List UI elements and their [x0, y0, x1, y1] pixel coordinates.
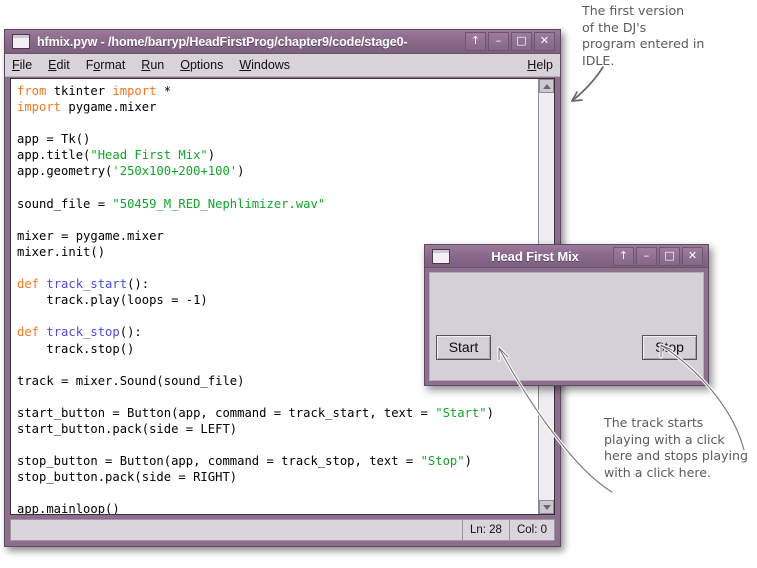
- scroll-up-icon[interactable]: [539, 79, 554, 93]
- arrow-to-idle-window: [571, 66, 604, 102]
- start-button[interactable]: Start: [436, 335, 491, 360]
- code-token: mixer.init(): [17, 244, 106, 259]
- code-token: tkinter: [46, 84, 113, 98]
- idle-title-buttons: ↑ – □ ✕: [465, 32, 557, 51]
- rollup-button[interactable]: ↑: [613, 246, 634, 266]
- window-icon: [12, 34, 30, 49]
- code-token: "50459_M_RED_Nephlimizer.wav": [112, 196, 326, 211]
- stop-button[interactable]: Stop: [642, 335, 697, 360]
- mix-window-title: Head First Mix: [491, 248, 579, 264]
- annotation-bottom: The track starts playing with a click he…: [604, 415, 748, 480]
- code-token: app = Tk(): [17, 132, 91, 147]
- code-token: app.title(: [17, 148, 91, 163]
- window-icon: [432, 248, 450, 264]
- code-line: start_button.pack(side = LEFT): [17, 421, 538, 437]
- code-line: mixer = pygame.mixer: [17, 228, 538, 244]
- code-token: "Start": [435, 405, 487, 420]
- mix-window-body: Start Stop: [429, 272, 704, 381]
- code-token: from: [17, 84, 47, 98]
- code-line: app.title("Head First Mix"): [17, 147, 538, 163]
- code-token: *: [156, 84, 172, 98]
- code-token: start_button = Button(app, command = tra…: [17, 405, 436, 420]
- status-line: Ln: 28: [461, 520, 509, 540]
- mix-titlebar[interactable]: Head First Mix ↑ – □ ✕: [425, 245, 708, 268]
- menu-edit[interactable]: Edit: [48, 58, 79, 72]
- rollup-button[interactable]: ↑: [465, 32, 486, 51]
- close-button[interactable]: ✕: [534, 32, 555, 51]
- code-token: track.play(loops = -1): [17, 293, 208, 308]
- maximize-button[interactable]: □: [659, 246, 680, 266]
- code-token: ): [464, 454, 472, 469]
- menu-file[interactable]: File: [12, 58, 41, 72]
- scroll-down-icon[interactable]: [539, 500, 554, 514]
- menu-help[interactable]: Help: [527, 58, 553, 72]
- menu-format[interactable]: Format: [86, 58, 135, 72]
- code-token: track_stop: [46, 325, 120, 340]
- code-token: ():: [119, 325, 142, 340]
- code-token: ): [237, 164, 245, 179]
- code-token: "Stop": [420, 454, 465, 469]
- code-token: def: [17, 277, 40, 292]
- code-token: ): [207, 148, 216, 163]
- code-token: stop_button.pack(side = RIGHT): [17, 470, 238, 485]
- code-token: track_start: [46, 277, 128, 292]
- menu-run[interactable]: Run: [141, 58, 173, 72]
- code-token: track = mixer.Sound(sound_file): [17, 373, 245, 388]
- code-token: '250x100+200+100': [112, 164, 238, 179]
- minimize-button[interactable]: –: [488, 32, 509, 51]
- idle-titlebar[interactable]: hfmix.pyw - /home/barryp/HeadFirstProg/c…: [5, 30, 560, 54]
- code-token: ): [486, 405, 494, 420]
- code-token: start_button.pack(side = LEFT): [17, 421, 238, 436]
- menu-windows[interactable]: Windows: [239, 58, 299, 72]
- code-token: app.mainloop(): [17, 502, 120, 514]
- idle-statusbar: Ln: 28 Col: 0: [10, 519, 555, 541]
- code-line: stop_button = Button(app, command = trac…: [17, 453, 538, 469]
- minimize-button[interactable]: –: [636, 246, 657, 266]
- code-line: app = Tk(): [17, 131, 538, 147]
- code-token: import: [17, 100, 62, 115]
- code-token: import: [112, 84, 157, 98]
- code-line: stop_button.pack(side = RIGHT): [17, 469, 538, 485]
- head-first-mix-window[interactable]: Head First Mix ↑ – □ ✕ Start Stop: [424, 244, 709, 386]
- code-token: def: [17, 325, 40, 340]
- mix-title-buttons: ↑ – □ ✕: [613, 246, 705, 266]
- status-column: Col: 0: [508, 520, 554, 540]
- code-line: start_button = Button(app, command = tra…: [17, 405, 538, 421]
- code-token: stop_button = Button(app, command = trac…: [17, 454, 421, 469]
- maximize-button[interactable]: □: [511, 32, 532, 51]
- code-line: app.geometry('250x100+200+100'): [17, 163, 538, 179]
- code-token: "Head First Mix": [90, 148, 208, 163]
- idle-window-title: hfmix.pyw - /home/barryp/HeadFirstProg/c…: [37, 34, 408, 49]
- close-button[interactable]: ✕: [682, 246, 703, 266]
- code-line: sound_file = "50459_M_RED_Nephlimizer.wa…: [17, 196, 538, 212]
- code-token: sound_file =: [17, 196, 113, 211]
- menu-options[interactable]: Options: [180, 58, 232, 72]
- code-token: track.stop(): [17, 341, 135, 356]
- idle-menubar: File Edit Format Run Options Windows Hel…: [5, 54, 560, 77]
- code-line: from tkinter import *: [17, 83, 538, 99]
- code-line: import pygame.mixer: [17, 99, 538, 115]
- annotation-top: The first version of the DJ's program en…: [582, 3, 705, 68]
- code-token: app.geometry(: [17, 164, 113, 179]
- code-line: app.mainloop(): [17, 501, 538, 514]
- code-token: pygame.mixer: [61, 100, 157, 115]
- code-token: ():: [127, 277, 150, 292]
- code-token: mixer = pygame.mixer: [17, 228, 164, 243]
